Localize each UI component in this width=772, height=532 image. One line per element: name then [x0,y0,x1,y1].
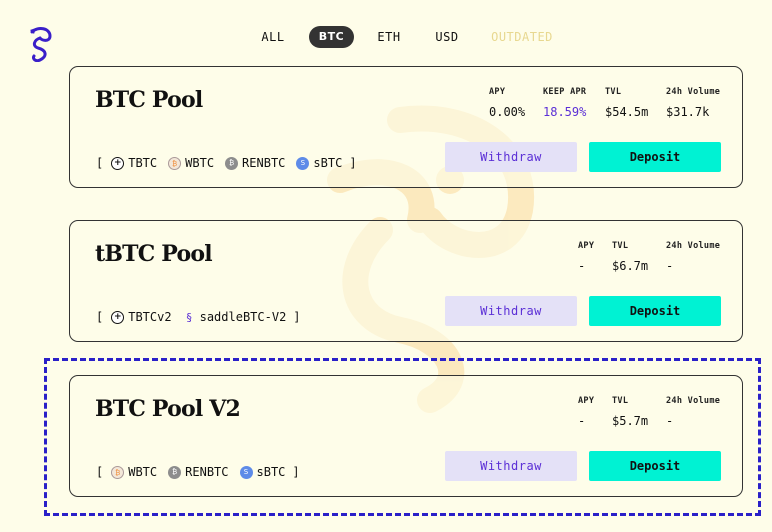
stat-tvl: TVL $6.7m [612,241,648,273]
token-list: [ + TBTC ₿ WBTC ₿ RENBTC SsBTC ] [96,156,357,170]
pool-card-btc[interactable]: BTC Pool APY 0.00% KEEP APR 18.59% TVL $… [69,66,743,188]
bracket-close: ] [292,465,300,479]
stat-keep-apr: KEEP APR 18.59% [543,87,586,119]
stat-value: 0.00% [489,105,526,119]
stat-apy: APY - [578,241,594,273]
tab-outdated[interactable]: OUTDATED [490,26,554,48]
stat-tvl: TVL $5.7m [612,396,648,428]
stat-24h-volume: 24h Volume - [666,396,720,428]
token-wbtc: ₿ WBTC [168,156,214,170]
stat-value: $54.5m [605,105,649,119]
pool-title: BTC Pool [95,87,203,113]
stat-label: APY [489,87,506,97]
token-tbtcv2: + TBTCv2 [111,310,172,324]
stat-label: APY [578,396,595,406]
stat-label: TVL [612,396,629,406]
token-name: sBTC [256,465,286,479]
withdraw-button[interactable]: Withdraw [445,142,577,172]
withdraw-button[interactable]: Withdraw [445,296,577,326]
deposit-button[interactable]: Deposit [589,142,721,172]
tbtc-icon: + [111,310,125,324]
stat-label: 24h Volume [666,396,721,406]
stat-value: - [666,414,674,428]
bracket-open: [ [96,465,104,479]
stat-label: KEEP APR [543,87,587,97]
stat-value: 18.59% [543,105,587,119]
token-name: RENBTC [242,156,286,170]
tab-all[interactable]: ALL [258,26,288,48]
stat-label: 24h Volume [666,241,721,251]
stat-value: - [578,414,586,428]
token-saddlebtc-v2: § saddleBTC-V2 [183,310,287,324]
stat-24h-volume: 24h Volume $31.7k [666,87,720,119]
bracket-open: [ [96,310,104,324]
stat-apy: APY 0.00% [489,87,525,119]
token-renbtc: ₿ RENBTC [168,465,229,479]
sbtc-icon: S [239,465,253,479]
stat-label: 24h Volume [666,87,721,97]
withdraw-button[interactable]: Withdraw [445,451,577,481]
renbtc-icon: ₿ [168,465,182,479]
saddle-icon: § [186,310,192,324]
token-name: RENBTC [185,465,229,479]
token-name: sBTC [313,156,343,170]
pool-filter-tabs: ALL BTC ETH USD OUTDATED [0,26,772,48]
tab-eth[interactable]: ETH [374,26,404,48]
stat-value: $6.7m [612,259,649,273]
token-sbtc: SsBTC [296,156,342,170]
wbtc-icon: ₿ [111,465,125,479]
token-tbtc: + TBTC [111,156,157,170]
bracket-open: [ [96,156,104,170]
bracket-close: ] [293,310,301,324]
stat-tvl: TVL $54.5m [605,87,648,119]
pool-card-tbtc[interactable]: tBTC Pool APY - TVL $6.7m 24h Volume - [… [69,220,743,342]
bracket-close: ] [349,156,357,170]
stat-label: TVL [612,241,629,251]
token-name: WBTC [128,465,158,479]
token-wbtc: ₿ WBTC [111,465,157,479]
wbtc-icon: ₿ [168,156,182,170]
pool-title: BTC Pool V2 [95,396,241,422]
stat-label: TVL [605,87,622,97]
pool-title: tBTC Pool [95,241,213,267]
tab-btc[interactable]: BTC [309,26,354,48]
stat-value: $31.7k [666,105,710,119]
token-list: [ ₿ WBTC ₿ RENBTC SsBTC ] [96,465,300,479]
token-name: WBTC [185,156,215,170]
token-sbtc: SsBTC [239,465,286,479]
tab-usd[interactable]: USD [432,26,462,48]
token-list: [ + TBTCv2 § saddleBTC-V2 ] [96,310,301,324]
deposit-button[interactable]: Deposit [589,296,721,326]
token-renbtc: ₿ RENBTC [225,156,285,170]
sbtc-icon: S [296,156,310,170]
renbtc-icon: ₿ [225,156,239,170]
token-name: TBTCv2 [128,310,172,324]
stat-value: $5.7m [612,414,649,428]
tbtc-icon: + [111,156,125,170]
deposit-button[interactable]: Deposit [589,451,721,481]
stat-value: - [578,259,586,273]
stat-value: - [666,259,674,273]
stat-label: APY [578,241,595,251]
stat-24h-volume: 24h Volume - [666,241,720,273]
pool-card-btc-v2[interactable]: BTC Pool V2 APY - TVL $5.7m 24h Volume -… [69,375,743,497]
token-name: saddleBTC-V2 [199,310,287,324]
stat-apy: APY - [578,396,594,428]
token-name: TBTC [128,156,158,170]
